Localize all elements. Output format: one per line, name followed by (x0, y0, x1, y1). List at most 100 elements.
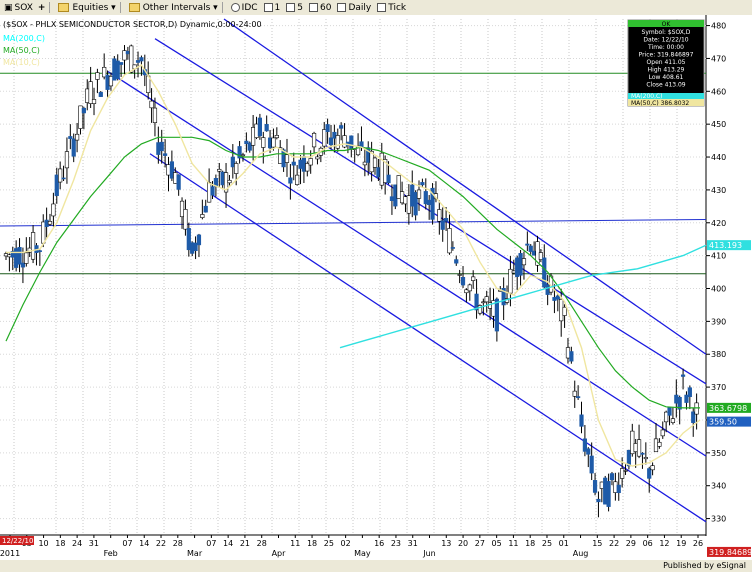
interval-60[interactable]: 60 (309, 3, 331, 13)
interval-label: Daily (348, 2, 372, 13)
checkbox-icon (309, 3, 319, 12)
x-tick-label: 22 (156, 539, 166, 548)
info-close: Close 413.09 (646, 82, 685, 89)
candle-body (667, 407, 672, 416)
candle-body (427, 199, 432, 206)
candle-body (230, 156, 235, 168)
candle-body (163, 153, 168, 156)
y-tick-label: 370 (711, 383, 726, 392)
candle-body (569, 351, 574, 362)
toolbar: ▣ SOX + Equities ▾ Other Intervals ▾ IDC… (0, 0, 752, 16)
interval-tick[interactable]: Tick (377, 3, 406, 13)
stock-chart[interactable]: 3303403503603703803904004104204304404504… (0, 15, 752, 560)
candle-body (494, 298, 499, 332)
interval-label: Tick (388, 2, 407, 13)
y-tick-label: 350 (711, 449, 726, 458)
add-icon[interactable]: + (38, 3, 46, 13)
candle-body (7, 254, 12, 258)
candle-body (17, 247, 22, 265)
chart-title: ($SOX - PHLX SEMICONDUCTOR SECTOR,D) Dyn… (3, 20, 262, 29)
folder-icon (58, 3, 70, 12)
candle-body (98, 92, 103, 97)
symbol-label[interactable]: SOX (13, 3, 35, 13)
x-tick-label: 11 (508, 539, 518, 548)
candle-body (440, 220, 445, 230)
y-tick-label: 450 (711, 120, 726, 129)
new-chart-icon[interactable]: ▣ (4, 3, 13, 13)
x-tick-label: 19 (676, 539, 686, 548)
checkbox-icon (286, 3, 296, 12)
candle-body (559, 299, 564, 322)
candle-body (240, 154, 246, 157)
candle-body (284, 154, 290, 163)
x-tick-label: 24 (72, 539, 82, 548)
x-tick-label: 18 (525, 539, 535, 548)
x-tick-label: 10 (38, 539, 48, 548)
dropdown-arrow-icon: ▾ (108, 2, 116, 13)
y-tick-label: 340 (711, 482, 726, 491)
candle-body (176, 174, 181, 190)
y-tick-label: 330 (711, 515, 726, 524)
candle-body (603, 477, 608, 505)
candle-body (349, 135, 354, 150)
interval-label: 5 (297, 2, 304, 13)
interval-label: IDC (241, 2, 258, 13)
candle-body (166, 164, 171, 176)
other-intervals-dropdown[interactable]: Other Intervals ▾ (128, 1, 218, 14)
interval-idc[interactable]: IDC (230, 2, 258, 13)
x-group-label: Aug (573, 549, 589, 558)
interval-buttons: IDC 1 5 60 Daily Tick (230, 1, 412, 14)
candle-body (393, 184, 398, 207)
candle-body (81, 107, 86, 114)
x-tick-label: 27 (475, 539, 485, 548)
candle-body (332, 131, 337, 139)
candle-body (135, 60, 141, 63)
x-group-label: Mar (187, 549, 203, 558)
folder-icon (128, 3, 140, 12)
candle-body (403, 196, 408, 205)
candle-body (596, 498, 601, 503)
other-intervals-label: Other Intervals (142, 2, 211, 13)
candle-body (20, 262, 26, 268)
candle-body (423, 191, 428, 205)
candle-body (183, 209, 188, 230)
candle-body (125, 51, 130, 55)
candle-body (193, 242, 198, 251)
candle-body (552, 297, 557, 301)
candle-body (298, 159, 303, 169)
candle-body (528, 245, 533, 252)
candle-body (102, 66, 107, 78)
candle-body (342, 135, 347, 148)
dropdown-arrow-icon: ▾ (210, 2, 218, 13)
candle-body (152, 107, 158, 123)
y-tick-label: 470 (711, 54, 726, 63)
checkbox-icon (377, 3, 387, 12)
info-high: High 413.29 (648, 67, 685, 74)
candle-body (227, 179, 232, 184)
candle-body (159, 141, 164, 152)
info-ma200: MA(200,C) (631, 93, 663, 100)
candle-body (54, 174, 59, 196)
equities-dropdown[interactable]: Equities ▾ (58, 1, 116, 14)
y-tick-label: 440 (711, 153, 726, 162)
candle-body (149, 100, 154, 109)
candle-body (305, 163, 310, 172)
checkbox-icon (263, 3, 273, 12)
candle-body (271, 137, 276, 148)
interval-5[interactable]: 5 (286, 3, 303, 13)
candle-body (416, 189, 422, 199)
candle-body (95, 72, 100, 80)
candle-body (264, 124, 269, 132)
candle-body (518, 253, 523, 276)
info-low: Low 408.61 (649, 74, 684, 81)
candle-body (335, 135, 340, 149)
candle-body (44, 219, 49, 227)
interval-1[interactable]: 1 (263, 3, 280, 13)
candle-body (254, 123, 259, 138)
candle-body (108, 76, 114, 87)
x-tick-label: 28 (173, 539, 183, 548)
candle-body (179, 200, 185, 218)
x-tick-label: 29 (626, 539, 636, 548)
interval-daily[interactable]: Daily (337, 3, 371, 13)
info-open: Open 411.05 (647, 59, 686, 66)
